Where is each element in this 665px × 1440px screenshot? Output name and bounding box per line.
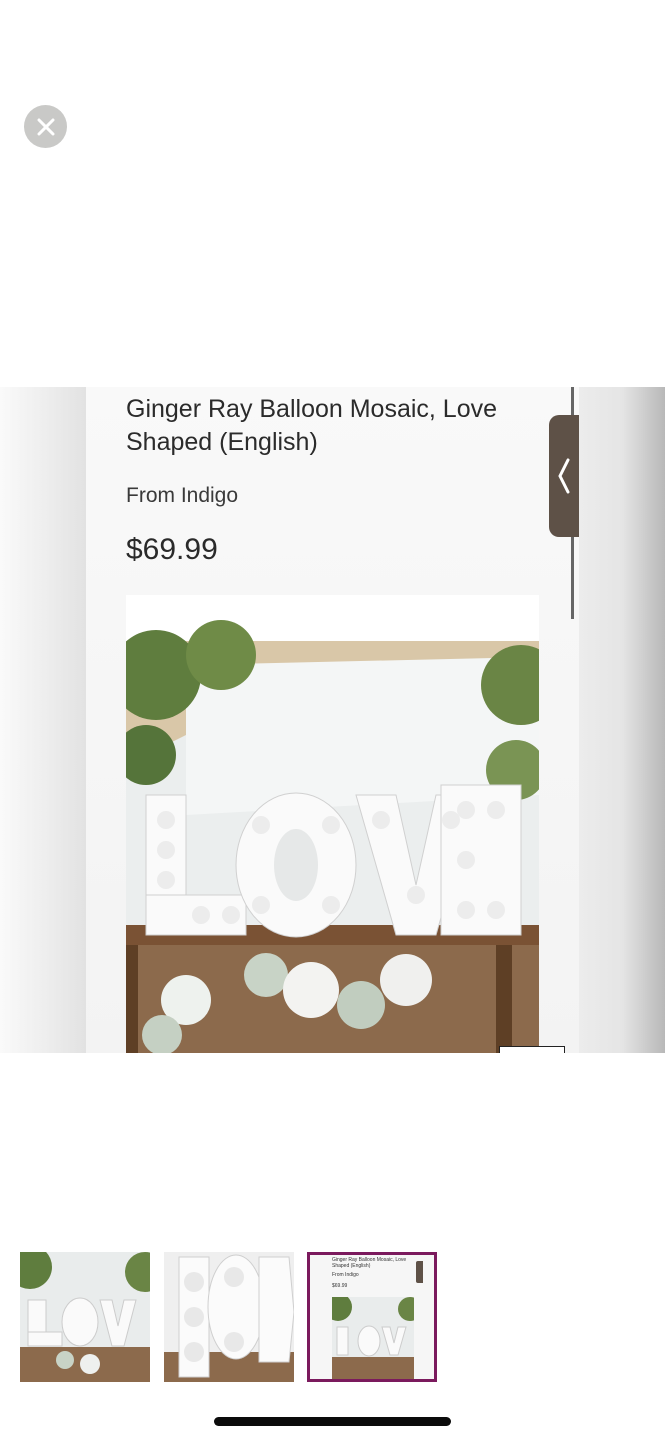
- home-indicator: [214, 1417, 451, 1426]
- close-button[interactable]: [24, 105, 67, 148]
- product-price: $69.99: [126, 533, 218, 566]
- thumbnail-3-selected[interactable]: Ginger Ray Balloon Mosaic, Love Shaped (…: [307, 1252, 437, 1382]
- product-photo: [126, 595, 539, 1053]
- product-screenshot: Ginger Ray Balloon Mosaic, Love Shaped (…: [86, 387, 579, 1053]
- thumbnail-title: Ginger Ray Balloon Mosaic, Love Shaped (…: [332, 1257, 407, 1269]
- side-tab-button[interactable]: [549, 415, 579, 537]
- product-vendor: From Indigo: [126, 484, 239, 507]
- thumbnail-side-tab: [416, 1261, 423, 1283]
- background-left: [0, 387, 86, 1053]
- close-icon: [37, 118, 54, 135]
- thumbnail-price: $69.99: [332, 1283, 348, 1289]
- product-image-viewer: Ginger Ray Balloon Mosaic, Love Shaped (…: [0, 0, 665, 1440]
- background-right: [579, 387, 665, 1053]
- thumbnail-2[interactable]: [164, 1252, 294, 1382]
- product-title: Ginger Ray Balloon Mosaic, Love Shaped (…: [126, 395, 498, 456]
- main-image[interactable]: Ginger Ray Balloon Mosaic, Love Shaped (…: [0, 387, 665, 1053]
- corner-tag: [499, 1046, 565, 1053]
- thumbnail-1[interactable]: [20, 1252, 150, 1382]
- chevron-left-icon: [558, 458, 570, 494]
- thumbnail-vendor: From Indigo: [332, 1272, 359, 1278]
